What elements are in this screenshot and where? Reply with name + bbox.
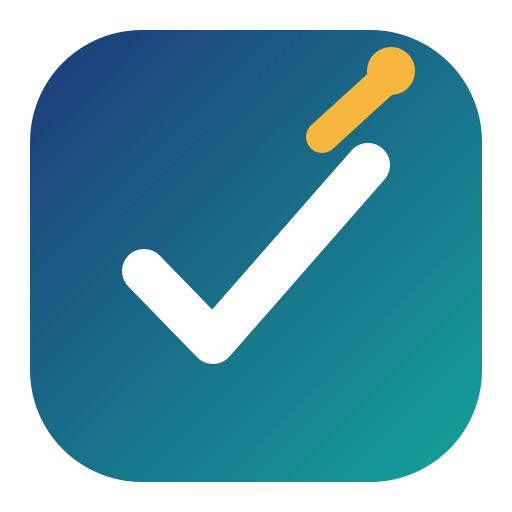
- app-icon-canvas: [0, 0, 512, 512]
- rounded-square-background: [30, 30, 482, 482]
- app-icon: [30, 30, 482, 482]
